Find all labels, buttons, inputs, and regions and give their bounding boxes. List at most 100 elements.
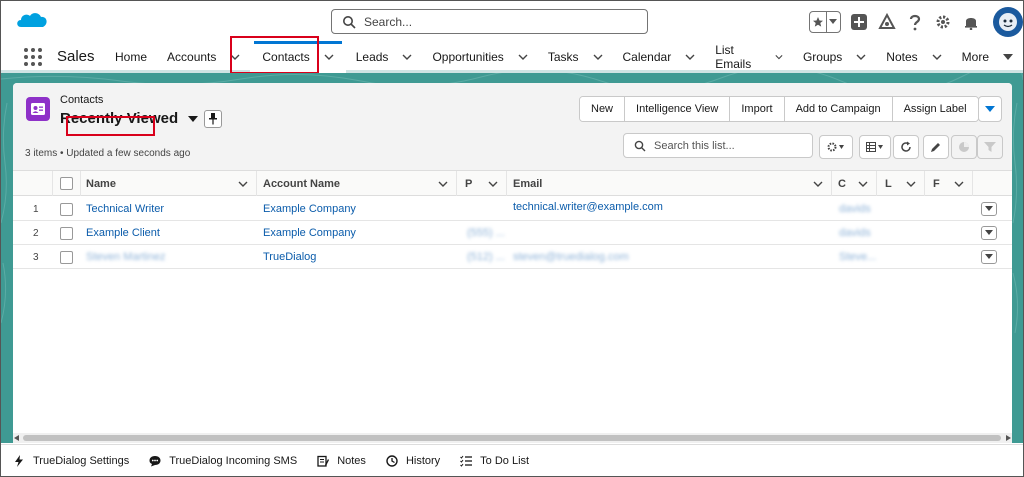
nav-tab-calendar[interactable]: Calendar (613, 41, 706, 73)
caret-down-icon[interactable] (1003, 52, 1013, 62)
nav-tab-contacts[interactable]: Contacts (250, 41, 346, 73)
inline-edit-button[interactable] (923, 135, 949, 159)
row-select-checkbox[interactable] (60, 221, 73, 245)
chevron-down-icon[interactable] (954, 179, 964, 189)
filter-button[interactable] (977, 135, 1003, 159)
checkbox[interactable] (60, 250, 73, 264)
nav-tab-more[interactable]: More (952, 41, 1023, 73)
clock-icon (386, 455, 398, 467)
chevron-down-icon[interactable] (593, 52, 603, 62)
chevron-down-icon[interactable] (518, 52, 528, 62)
chevron-down-icon[interactable] (906, 179, 916, 189)
column-header-email[interactable]: Email (507, 171, 832, 196)
utility-truedialog-incoming-sms[interactable]: TrueDialog Incoming SMS (149, 455, 297, 467)
column-header-name[interactable]: Name (81, 171, 257, 196)
global-search-input[interactable]: Search... (331, 9, 648, 34)
utility-notes[interactable]: Notes (317, 455, 366, 467)
favorites-button[interactable] (809, 11, 841, 33)
contact-name-link[interactable]: Technical Writer (86, 197, 164, 221)
caret-down-icon (985, 106, 995, 112)
column-header-account-name[interactable]: Account Name (257, 171, 457, 196)
list-settings-button[interactable] (819, 135, 853, 159)
chevron-down-icon[interactable] (438, 179, 448, 189)
app-launcher-icon[interactable] (23, 47, 43, 67)
nav-tab-tasks[interactable]: Tasks (538, 41, 613, 73)
refresh-button[interactable] (893, 135, 919, 159)
checkbox[interactable] (60, 202, 73, 216)
list-view-selector[interactable]: Recently Viewed (60, 110, 199, 127)
column-header-phone[interactable]: P (457, 171, 507, 196)
assign-label-button[interactable]: Assign Label (892, 97, 978, 121)
global-actions-icon[interactable] (849, 12, 869, 32)
import-button[interactable]: Import (730, 97, 785, 121)
scroll-left-arrow-icon[interactable] (14, 435, 20, 441)
more-actions-button[interactable] (978, 96, 1002, 122)
chevron-down-icon[interactable] (402, 52, 412, 62)
charts-button[interactable] (951, 135, 977, 159)
chevron-down-icon[interactable] (488, 179, 498, 189)
chevron-down-icon[interactable] (856, 52, 866, 62)
row-actions[interactable] (981, 221, 997, 245)
nav-tab-groups[interactable]: Groups (793, 41, 876, 73)
notifications-bell-icon[interactable] (961, 12, 981, 32)
trailhead-icon[interactable] (877, 12, 897, 32)
chevron-down-icon[interactable] (813, 179, 823, 189)
new-button[interactable]: New (580, 97, 626, 121)
nav-tab-accounts[interactable]: Accounts (157, 41, 250, 73)
column-header-l[interactable]: L (877, 171, 925, 196)
contact-name-link[interactable]: Example Client (86, 221, 160, 245)
select-all-checkbox[interactable] (60, 177, 73, 190)
email-link[interactable]: steven@truedialog.com (513, 245, 629, 269)
horizontal-scrollbar[interactable] (13, 433, 1012, 443)
row-action-menu-button[interactable] (981, 202, 997, 216)
nav-tab-opportunities[interactable]: Opportunities (422, 41, 537, 73)
setup-gear-icon[interactable] (933, 12, 953, 32)
list-search-input[interactable]: Search this list... (623, 133, 813, 158)
nav-tab-list-emails[interactable]: List Emails (705, 41, 793, 73)
column-header-f[interactable]: F (925, 171, 973, 196)
nav-tab-home[interactable]: Home (105, 41, 157, 73)
display-as-table-button[interactable] (859, 135, 891, 159)
row-actions[interactable] (981, 245, 997, 269)
utility-to-do-list[interactable]: To Do List (460, 455, 529, 467)
phone-value[interactable]: (512) ... (467, 245, 505, 269)
chevron-down-icon[interactable] (230, 52, 240, 62)
chevron-down-icon[interactable] (324, 52, 334, 62)
email-link[interactable]: technical.writer@example.com (513, 195, 663, 219)
row-action-menu-button[interactable] (981, 250, 997, 264)
chevron-down-icon[interactable] (858, 179, 868, 189)
intelligence-view-button[interactable]: Intelligence View (625, 97, 731, 121)
chevron-down-icon[interactable] (775, 52, 783, 62)
account-name-link[interactable]: TrueDialog (263, 245, 316, 269)
account-name-link[interactable]: Example Company (263, 221, 356, 245)
add-to-campaign-button[interactable]: Add to Campaign (784, 97, 893, 121)
scrollbar-thumb[interactable] (23, 435, 1001, 441)
contact-object-icon (26, 97, 50, 121)
help-icon[interactable] (905, 12, 925, 32)
column-label: Name (86, 177, 116, 190)
caret-down-icon[interactable] (188, 115, 199, 123)
scroll-right-arrow-icon[interactable] (1005, 435, 1011, 441)
chevron-down-icon[interactable] (932, 52, 942, 62)
account-name-link[interactable]: Example Company (263, 197, 356, 221)
chevron-down-icon[interactable] (238, 179, 248, 189)
favorites-dropdown-icon[interactable] (827, 12, 840, 32)
phone-value[interactable]: (555) ... (467, 221, 505, 245)
nav-tab-label: Accounts (167, 50, 217, 64)
nav-tab-leads[interactable]: Leads (346, 41, 423, 73)
row-select-checkbox[interactable] (60, 245, 73, 269)
pin-list-button[interactable] (204, 110, 222, 128)
salesforce-logo[interactable] (15, 9, 49, 33)
utility-truedialog-settings[interactable]: TrueDialog Settings (13, 455, 129, 467)
star-icon[interactable] (810, 12, 827, 32)
row-actions[interactable] (981, 197, 997, 221)
checkbox[interactable] (60, 226, 73, 240)
chevron-down-icon[interactable] (685, 52, 695, 62)
nav-tab-notes[interactable]: Notes (876, 41, 951, 73)
row-select-checkbox[interactable] (60, 197, 73, 221)
contact-name-link[interactable]: Steven Martinez (86, 245, 165, 269)
row-action-menu-button[interactable] (981, 226, 997, 240)
column-header-c[interactable]: C (832, 171, 877, 196)
utility-history[interactable]: History (386, 455, 440, 467)
user-avatar[interactable] (993, 7, 1023, 37)
